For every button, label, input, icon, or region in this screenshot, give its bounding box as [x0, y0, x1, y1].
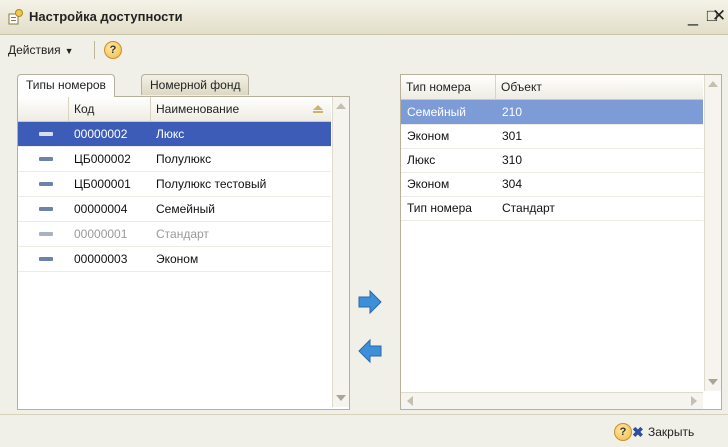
- row-name: Семейный: [156, 202, 215, 216]
- row-name: Люкс: [156, 127, 185, 141]
- table-body: 00000002 Люкс ЦБ000002 Полулюкс ЦБ000001…: [18, 122, 331, 272]
- vertical-scrollbar[interactable]: [704, 75, 721, 391]
- row-code: 00000001: [74, 227, 128, 241]
- close-icon: ✖: [632, 424, 644, 440]
- row-room-type: Люкс: [407, 153, 436, 167]
- close-button-label: Закрыть: [648, 425, 695, 439]
- row-name: Полулюкс: [156, 152, 212, 166]
- row-marker-icon: [39, 232, 53, 236]
- code-column-header[interactable]: Код: [69, 97, 151, 121]
- row-code: 00000004: [74, 202, 128, 216]
- row-room-type: Эконом: [407, 177, 450, 191]
- title-bar: Настройка доступности _ □ ✕: [0, 0, 728, 35]
- tab-room-types[interactable]: Типы номеров: [17, 74, 115, 97]
- table-row[interactable]: 00000004 Семейный: [18, 197, 331, 222]
- row-room-type: Эконом: [407, 129, 450, 143]
- table-header: Тип номера Объект: [401, 75, 703, 100]
- table-row[interactable]: ЦБ000002 Полулюкс: [18, 147, 331, 172]
- actions-menu[interactable]: Действия ▼: [8, 41, 74, 59]
- row-room-type: Семейный: [407, 105, 466, 119]
- row-marker-icon: [39, 207, 53, 211]
- row-code: ЦБ000002: [74, 152, 131, 166]
- row-object: 304: [502, 177, 523, 191]
- row-code: 00000003: [74, 252, 128, 266]
- move-left-icon[interactable]: [357, 338, 383, 364]
- table-row[interactable]: Тип номера Стандарт: [401, 196, 703, 221]
- row-code: 00000002: [74, 127, 128, 141]
- row-name: Полулюкс тестовый: [156, 177, 267, 191]
- form-settings-icon: [8, 9, 23, 25]
- table-row[interactable]: Люкс 310: [401, 148, 703, 173]
- scroll-left-icon[interactable]: [407, 396, 413, 406]
- scroll-up-icon[interactable]: [708, 81, 718, 87]
- chevron-down-icon: ▼: [64, 46, 74, 56]
- marker-column-header: [18, 97, 69, 121]
- form-footer: ? ✖ Закрыть: [0, 414, 728, 447]
- close-window-button[interactable]: ✕: [710, 6, 728, 26]
- scroll-up-icon[interactable]: [336, 103, 346, 109]
- room-types-table: Код Наименование 00000002 Люкс ЦБ000002 …: [17, 96, 350, 410]
- row-marker-icon: [39, 157, 53, 161]
- row-object: 301: [502, 129, 523, 143]
- minimize-button[interactable]: _: [684, 6, 702, 26]
- table-header: Код Наименование: [18, 97, 331, 122]
- row-name: Стандарт: [156, 227, 209, 241]
- row-marker-icon: [39, 132, 53, 136]
- scroll-down-icon[interactable]: [708, 379, 718, 385]
- row-object: 310: [502, 153, 523, 167]
- vertical-scrollbar[interactable]: [332, 97, 349, 407]
- table-row[interactable]: 00000002 Люкс: [18, 122, 331, 147]
- object-column-header[interactable]: Объект: [496, 75, 703, 99]
- availability-table: Тип номера Объект Семейный 210 Эконом 30…: [400, 74, 722, 410]
- row-name: Эконом: [156, 252, 199, 266]
- window-title: Настройка доступности: [29, 9, 183, 24]
- table-row[interactable]: Эконом 304: [401, 172, 703, 197]
- tab-room-stock[interactable]: Номерной фонд: [141, 74, 250, 95]
- sort-ascending-icon: [313, 105, 323, 113]
- table-row[interactable]: Эконом 301: [401, 124, 703, 149]
- horizontal-scrollbar[interactable]: [401, 392, 703, 409]
- move-right-icon[interactable]: [357, 289, 383, 315]
- row-object: Стандарт: [502, 201, 555, 215]
- table-row[interactable]: 00000001 Стандарт: [18, 222, 331, 247]
- table-row[interactable]: ЦБ000001 Полулюкс тестовый: [18, 172, 331, 197]
- row-marker-icon: [39, 182, 53, 186]
- toolbar-separator: [94, 41, 95, 59]
- room-type-column-header[interactable]: Тип номера: [401, 75, 496, 99]
- name-column-header[interactable]: Наименование: [151, 97, 331, 121]
- table-row[interactable]: 00000003 Эконом: [18, 247, 331, 272]
- row-room-type: Тип номера: [407, 201, 472, 215]
- row-code: ЦБ000001: [74, 177, 131, 191]
- scroll-right-icon[interactable]: [691, 396, 697, 406]
- help-icon[interactable]: ?: [614, 423, 632, 441]
- name-column-label: Наименование: [156, 102, 240, 116]
- row-marker-icon: [39, 257, 53, 261]
- help-icon[interactable]: ?: [104, 41, 122, 59]
- toolbar: Действия ▼ ?: [0, 35, 728, 65]
- row-object: 210: [502, 105, 523, 119]
- scroll-down-icon[interactable]: [336, 395, 346, 401]
- close-button[interactable]: ✖ Закрыть: [632, 423, 695, 441]
- table-row[interactable]: Семейный 210: [401, 100, 703, 125]
- actions-menu-label: Действия: [8, 43, 61, 57]
